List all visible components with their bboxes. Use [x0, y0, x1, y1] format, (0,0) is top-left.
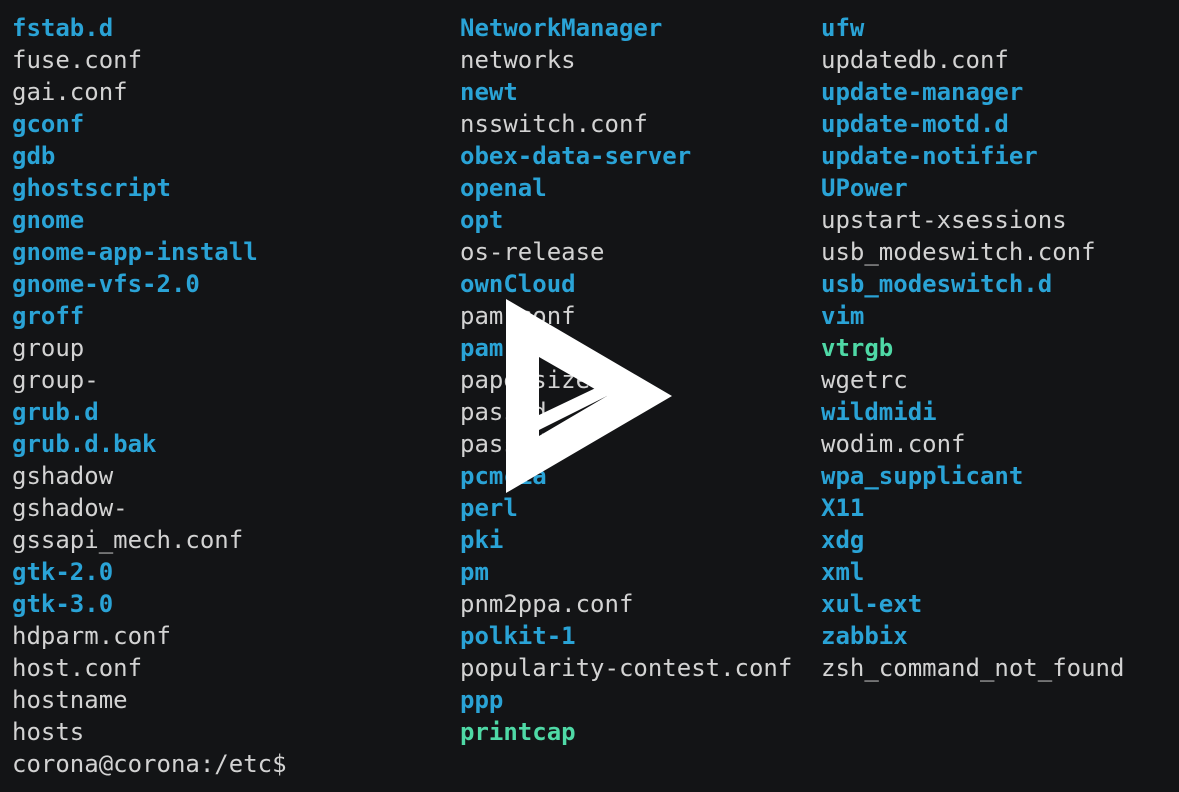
file-entry: host.conf	[12, 654, 143, 682]
file-entry: hdparm.conf	[12, 622, 171, 650]
file-entry: pnm2ppa.conf	[460, 590, 634, 618]
listing-column-3: ufw updatedb.conf update-manager update-mot…	[821, 12, 1124, 684]
directory-entry: update-manager	[821, 78, 1024, 106]
file-entry: wodim.conf	[821, 430, 966, 458]
play-logo-svg	[506, 299, 672, 493]
directory-entry: groff	[12, 302, 85, 330]
directory-entry: ppp	[460, 686, 504, 714]
file-entry: gai.conf	[12, 78, 128, 106]
directory-entry: update-motd.d	[821, 110, 1009, 138]
directory-entry: NetworkManager	[460, 14, 663, 42]
symlink-entry: vtrgb	[821, 334, 894, 362]
listing-column-1: fstab.d fuse.conf gai.conf gconf gdb ghostscr…	[12, 12, 287, 780]
directory-entry: X11	[821, 494, 865, 522]
directory-entry: vim	[821, 302, 865, 330]
directory-entry: xml	[821, 558, 865, 586]
asciinema-play-logo-icon[interactable]	[506, 299, 674, 499]
file-entry: zsh_command_not_found	[821, 654, 1125, 682]
file-entry: networks	[460, 46, 576, 74]
file-entry: group-	[12, 366, 99, 394]
file-entry: gshadow	[12, 462, 114, 490]
directory-entry: polkit-1	[460, 622, 576, 650]
file-entry: fuse.conf	[12, 46, 143, 74]
file-entry: popularity-contest.conf	[460, 654, 793, 682]
file-entry: gssapi_mech.conf	[12, 526, 244, 554]
directory-entry: pki	[460, 526, 504, 554]
directory-entry: gnome-vfs-2.0	[12, 270, 200, 298]
file-entry: upstart-xsessions	[821, 206, 1067, 234]
directory-entry: gtk-3.0	[12, 590, 114, 618]
shell-prompt[interactable]: corona@corona:/etc$	[12, 748, 287, 780]
directory-entry: wildmidi	[821, 398, 937, 426]
file-entry: hostname	[12, 686, 128, 714]
file-entry: os-release	[460, 238, 605, 266]
directory-entry: wpa_supplicant	[821, 462, 1024, 490]
directory-entry: ufw	[821, 14, 865, 42]
symlink-entry: printcap	[460, 718, 576, 746]
directory-entry: grub.d.bak	[12, 430, 157, 458]
directory-entry: obex-data-server	[460, 142, 692, 170]
directory-entry: grub.d	[12, 398, 99, 426]
file-entry: hosts	[12, 718, 85, 746]
file-entry: group	[12, 334, 85, 362]
directory-entry: opt	[460, 206, 504, 234]
directory-entry: pm	[460, 558, 489, 586]
file-entry: wgetrc	[821, 366, 908, 394]
directory-entry: UPower	[821, 174, 908, 202]
file-entry: nsswitch.conf	[460, 110, 648, 138]
directory-entry: openal	[460, 174, 547, 202]
directory-entry: zabbix	[821, 622, 908, 650]
directory-entry: fstab.d	[12, 14, 114, 42]
directory-entry: xul-ext	[821, 590, 923, 618]
file-entry: updatedb.conf	[821, 46, 1009, 74]
directory-entry: gnome-app-install	[12, 238, 258, 266]
directory-entry: xdg	[821, 526, 865, 554]
directory-entry: newt	[460, 78, 518, 106]
directory-entry: update-notifier	[821, 142, 1038, 170]
directory-entry: ownCloud	[460, 270, 576, 298]
directory-entry: ghostscript	[12, 174, 171, 202]
directory-entry: usb_modeswitch.d	[821, 270, 1053, 298]
directory-entry: gdb	[12, 142, 56, 170]
directory-entry: gconf	[12, 110, 85, 138]
file-entry: gshadow-	[12, 494, 128, 522]
directory-entry: gtk-2.0	[12, 558, 114, 586]
file-entry: usb_modeswitch.conf	[821, 238, 1096, 266]
directory-entry: gnome	[12, 206, 85, 234]
